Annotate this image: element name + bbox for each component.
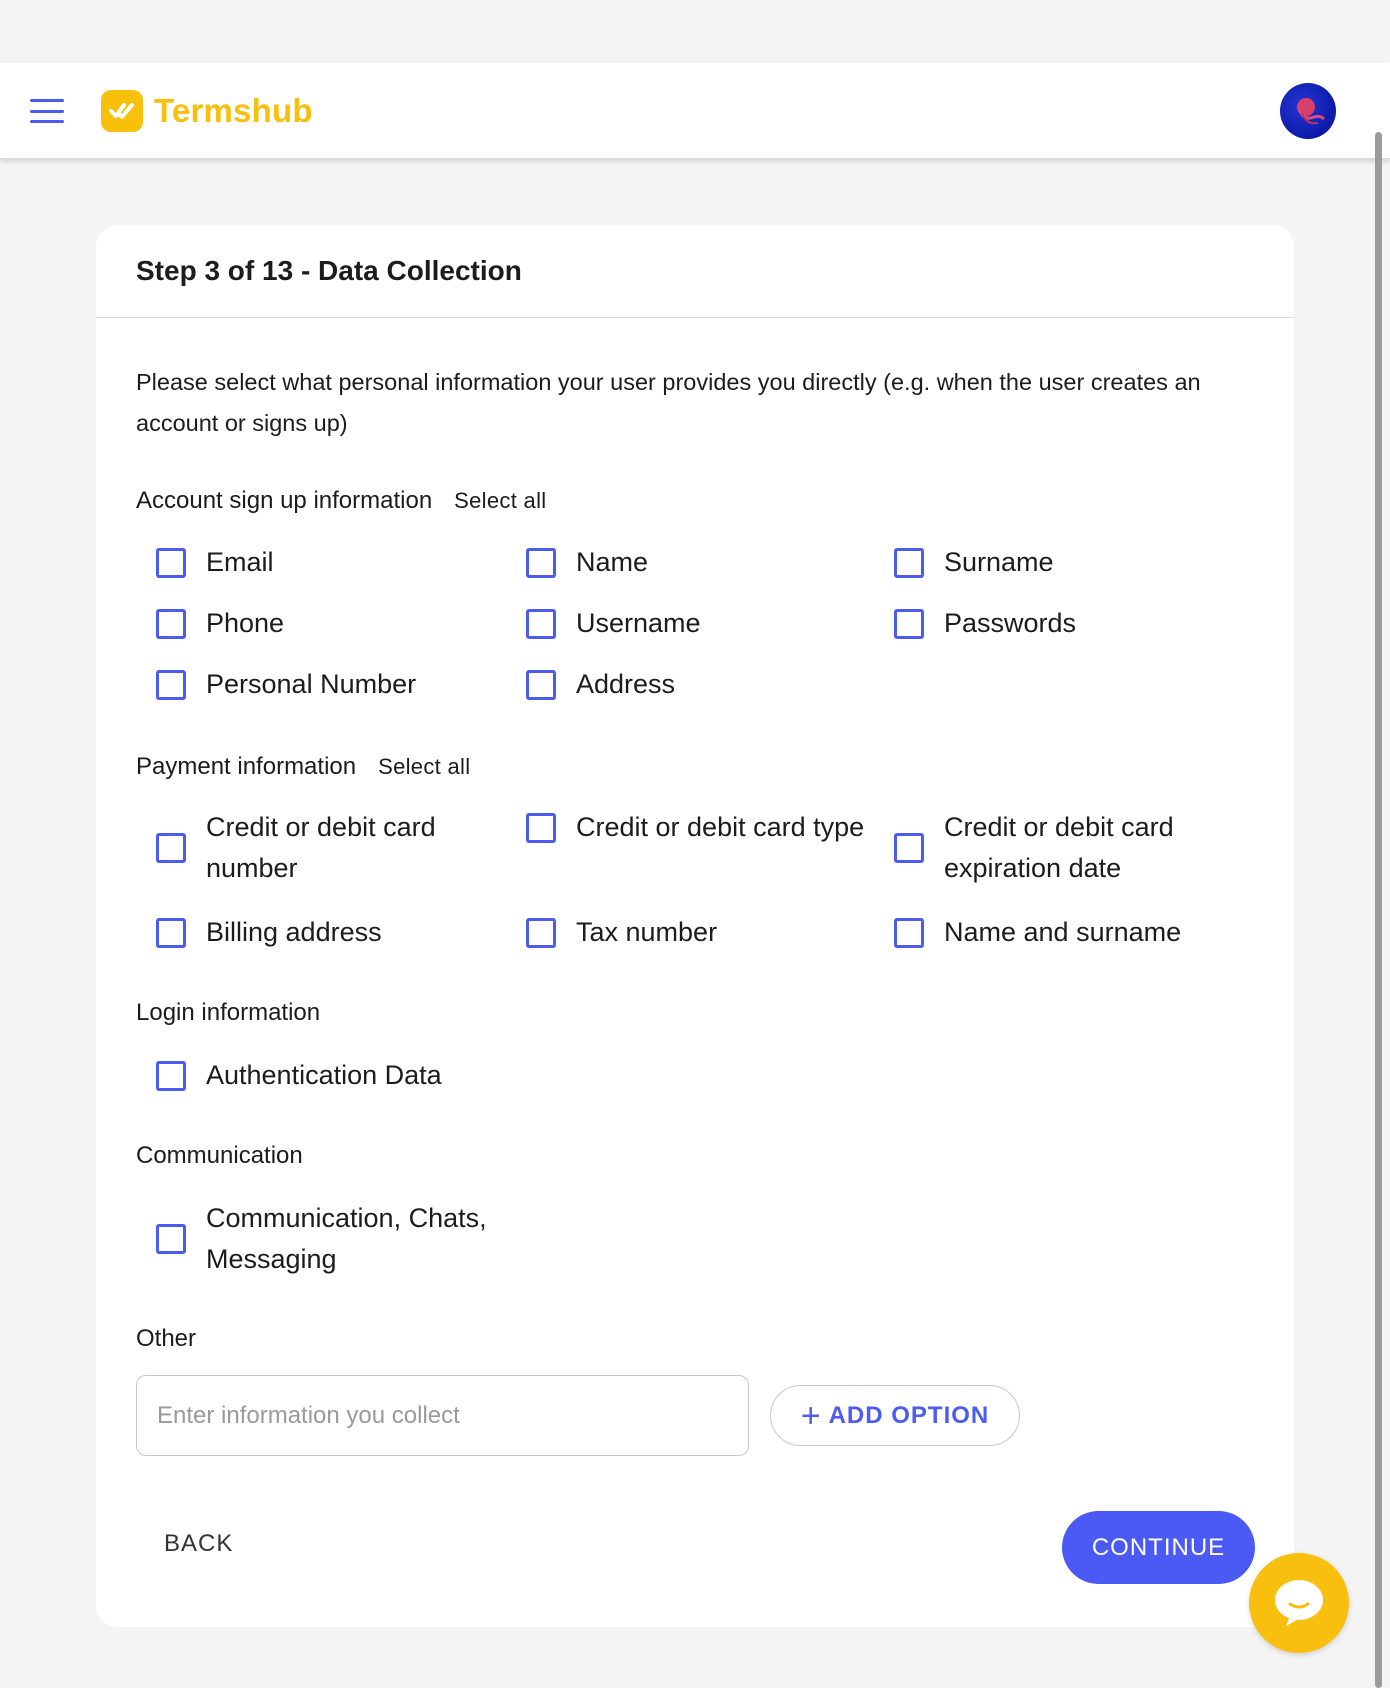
checkbox-box[interactable]: [526, 669, 556, 700]
checkbox-label: Billing address: [206, 917, 382, 947]
checkbox-label: Tax number: [576, 917, 718, 947]
checkbox-phone[interactable]: Phone: [156, 603, 284, 644]
checkbox-label: Name and surname: [944, 917, 1182, 947]
section-title: Account sign up information: [136, 487, 433, 514]
checkbox-box[interactable]: [526, 812, 556, 843]
section-title: Other: [136, 1325, 197, 1352]
checkbox-surname[interactable]: Surname: [894, 542, 1054, 583]
checkbox-card-expiration[interactable]: Credit or debit card expiration date: [894, 807, 1234, 889]
other-information-input[interactable]: [136, 1375, 749, 1456]
checkbox-card-number[interactable]: Credit or debit card number: [156, 807, 486, 889]
page-title: Step 3 of 13 - Data Collection: [136, 255, 522, 286]
checkbox-label: Personal Number: [206, 669, 417, 699]
checkbox-card-type[interactable]: Credit or debit card type: [526, 807, 866, 848]
intro-text: Please select what personal information …: [136, 369, 1201, 436]
card-header: Step 3 of 13 - Data Collection: [96, 225, 1294, 318]
section-communication-header: Communication: [136, 1142, 303, 1170]
select-all-account-button[interactable]: Select all: [454, 488, 546, 514]
checkbox-label: Credit or debit card number: [206, 812, 436, 883]
checkbox-label: Email: [206, 547, 274, 577]
checkbox-label: Authentication Data: [206, 1060, 442, 1090]
checkbox-box[interactable]: [156, 1060, 186, 1091]
select-all-payment-button[interactable]: Select all: [378, 754, 470, 780]
checkbox-email[interactable]: Email: [156, 542, 274, 583]
checkbox-box[interactable]: [156, 608, 186, 639]
add-option-label: ADD OPTION: [828, 1401, 990, 1429]
checkbox-box[interactable]: [156, 669, 186, 700]
checkbox-personal-number[interactable]: Personal Number: [156, 664, 416, 705]
data-collection-card: Step 3 of 13 - Data Collection Please se…: [96, 225, 1294, 1627]
checkbox-box[interactable]: [894, 608, 924, 639]
hamburger-menu-icon[interactable]: [30, 99, 64, 123]
checkbox-box[interactable]: [526, 608, 556, 639]
section-payment-header: Payment information Select all: [136, 753, 470, 781]
checkbox-label: Phone: [206, 608, 285, 638]
checkbox-box[interactable]: [526, 547, 556, 578]
checkbox-box[interactable]: [526, 917, 556, 948]
checkbox-tax-number[interactable]: Tax number: [526, 912, 717, 953]
section-account-header: Account sign up information Select all: [136, 487, 546, 515]
section-login-header: Login information: [136, 999, 320, 1027]
checkbox-name[interactable]: Name: [526, 542, 648, 583]
checkbox-box[interactable]: [156, 547, 186, 578]
checkbox-label: Name: [576, 547, 649, 577]
brand[interactable]: Termshub: [101, 90, 313, 132]
termshub-logo-icon: [101, 90, 143, 132]
checkbox-label: Surname: [944, 547, 1054, 577]
checkbox-communication[interactable]: Communication, Chats, Messaging: [156, 1198, 516, 1280]
user-avatar[interactable]: [1280, 83, 1336, 139]
section-title: Communication: [136, 1142, 303, 1169]
checkbox-label: Communication, Chats, Messaging: [206, 1203, 487, 1274]
checkbox-authentication-data[interactable]: Authentication Data: [156, 1055, 442, 1096]
section-title: Payment information: [136, 753, 357, 780]
checkbox-box[interactable]: [894, 917, 924, 948]
checkbox-label: Credit or debit card expiration date: [944, 812, 1174, 883]
checkbox-box[interactable]: [156, 917, 186, 948]
chat-bubble-icon[interactable]: [1249, 1553, 1349, 1653]
checkbox-box[interactable]: [156, 1224, 186, 1254]
checkbox-name-and-surname[interactable]: Name and surname: [894, 912, 1181, 953]
section-title: Login information: [136, 999, 321, 1026]
brand-name: Termshub: [154, 92, 313, 129]
top-navbar: Termshub: [0, 63, 1390, 159]
plus-icon: +: [800, 1396, 821, 1435]
checkbox-label: Credit or debit card type: [576, 812, 865, 842]
checkbox-billing-address[interactable]: Billing address: [156, 912, 382, 953]
checkbox-address[interactable]: Address: [526, 664, 675, 705]
checkbox-box[interactable]: [894, 833, 924, 863]
checkbox-label: Address: [576, 669, 676, 699]
checkbox-username[interactable]: Username: [526, 603, 701, 644]
checkbox-label: Passwords: [944, 608, 1077, 638]
checkbox-box[interactable]: [894, 547, 924, 578]
add-option-button[interactable]: + ADD OPTION: [770, 1385, 1020, 1446]
checkbox-box[interactable]: [156, 833, 186, 863]
checkbox-label: Username: [576, 608, 701, 638]
continue-button[interactable]: CONTINUE: [1062, 1511, 1255, 1584]
checkbox-passwords[interactable]: Passwords: [894, 603, 1076, 644]
section-other-header: Other: [136, 1325, 196, 1353]
back-button[interactable]: BACK: [164, 1530, 233, 1558]
page-scrollbar[interactable]: [1375, 132, 1382, 1688]
